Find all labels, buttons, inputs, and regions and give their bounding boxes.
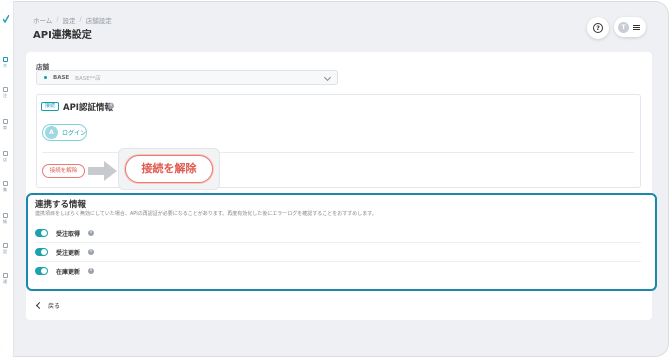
store-icon (3, 151, 8, 156)
sidebar-item-products[interactable]: 商 (3, 119, 11, 130)
list-icon (3, 87, 8, 92)
info-icon[interactable]: i (108, 103, 114, 109)
store-platform-badge: BASE (53, 74, 70, 81)
arrow-right-icon (88, 161, 117, 181)
sync-item-label: 在庫更新 (56, 268, 81, 276)
linked-info-description: 連携項目をしばらく無効にしていた場合、APIの再認証が必要になることがあります。… (35, 211, 377, 217)
chevron-left-icon (35, 301, 44, 309)
page-title: API連携設定 (33, 30, 92, 41)
store-select[interactable]: BASE BASE**店 (36, 70, 338, 85)
api-auth-title: API認証情報 (63, 103, 113, 113)
breadcrumb-separator: / (56, 15, 59, 23)
chart-icon (3, 181, 8, 186)
connection-status-badge: 接続 (41, 102, 60, 111)
breadcrumb-home[interactable]: ホーム (33, 15, 52, 25)
breadcrumb: ホーム / 設定 / 店舗設定 (33, 15, 112, 25)
logo-icon (3, 15, 9, 23)
doc-icon (3, 213, 8, 218)
toggle-switch[interactable] (35, 248, 48, 256)
info-icon[interactable]: i (88, 249, 95, 255)
breadcrumb-settings[interactable]: 設定 (63, 15, 76, 25)
avatar: T (618, 21, 629, 33)
sync-row-order-update: 受注更新 i (35, 243, 641, 261)
sync-item-label: 受注取得 (56, 230, 81, 238)
home-icon (3, 57, 8, 62)
user-menu-button[interactable]: T (614, 17, 646, 37)
toggle-switch[interactable] (35, 267, 48, 275)
login-logo-icon: A (45, 126, 58, 139)
toggle-switch[interactable] (35, 229, 48, 237)
login-button[interactable]: A ログイン (42, 124, 87, 141)
sync-row-order-fetch: 受注取得 i (35, 224, 641, 242)
disconnect-button[interactable]: 接続を解除 (42, 164, 85, 178)
hamburger-icon (633, 24, 640, 30)
store-select-value: BASE**店 (75, 75, 101, 82)
bell-icon (3, 273, 8, 278)
sidebar-item-stores[interactable]: 店 (3, 151, 11, 162)
help-button[interactable]: ? (587, 17, 609, 39)
question-icon: ? (593, 23, 603, 33)
sidebar-item-home[interactable]: ホ (3, 57, 11, 68)
store-dot-icon (44, 76, 47, 79)
back-button[interactable]: 戻る (32, 298, 66, 312)
login-button-label: ログイン (62, 130, 87, 137)
back-button-label: 戻る (48, 302, 61, 310)
sidebar-item-settings[interactable]: 設 (3, 243, 11, 254)
info-icon[interactable]: i (88, 230, 95, 236)
linked-info-title: 連携する情報 (35, 200, 87, 210)
sidebar-item-reports[interactable]: 集 (3, 181, 11, 192)
breadcrumb-store-settings: 店舗設定 (85, 17, 112, 25)
breadcrumb-separator: / (79, 15, 82, 23)
info-icon[interactable]: i (88, 268, 95, 274)
chevron-down-icon (323, 73, 332, 82)
sidebar: ホ 注 商 店 集 帳 設 通 (1, 1, 14, 357)
disconnect-button-zoomed: 接続を解除 (125, 155, 213, 183)
gear-icon (3, 243, 8, 248)
sync-item-label: 受注更新 (56, 249, 81, 257)
sidebar-item-orders[interactable]: 注 (3, 87, 11, 98)
sync-row-stock-update: 在庫更新 i (35, 262, 641, 280)
sidebar-item-ledger[interactable]: 帳 (3, 213, 11, 224)
box-icon (3, 119, 8, 124)
sidebar-item-notifications[interactable]: 通 (3, 273, 11, 284)
